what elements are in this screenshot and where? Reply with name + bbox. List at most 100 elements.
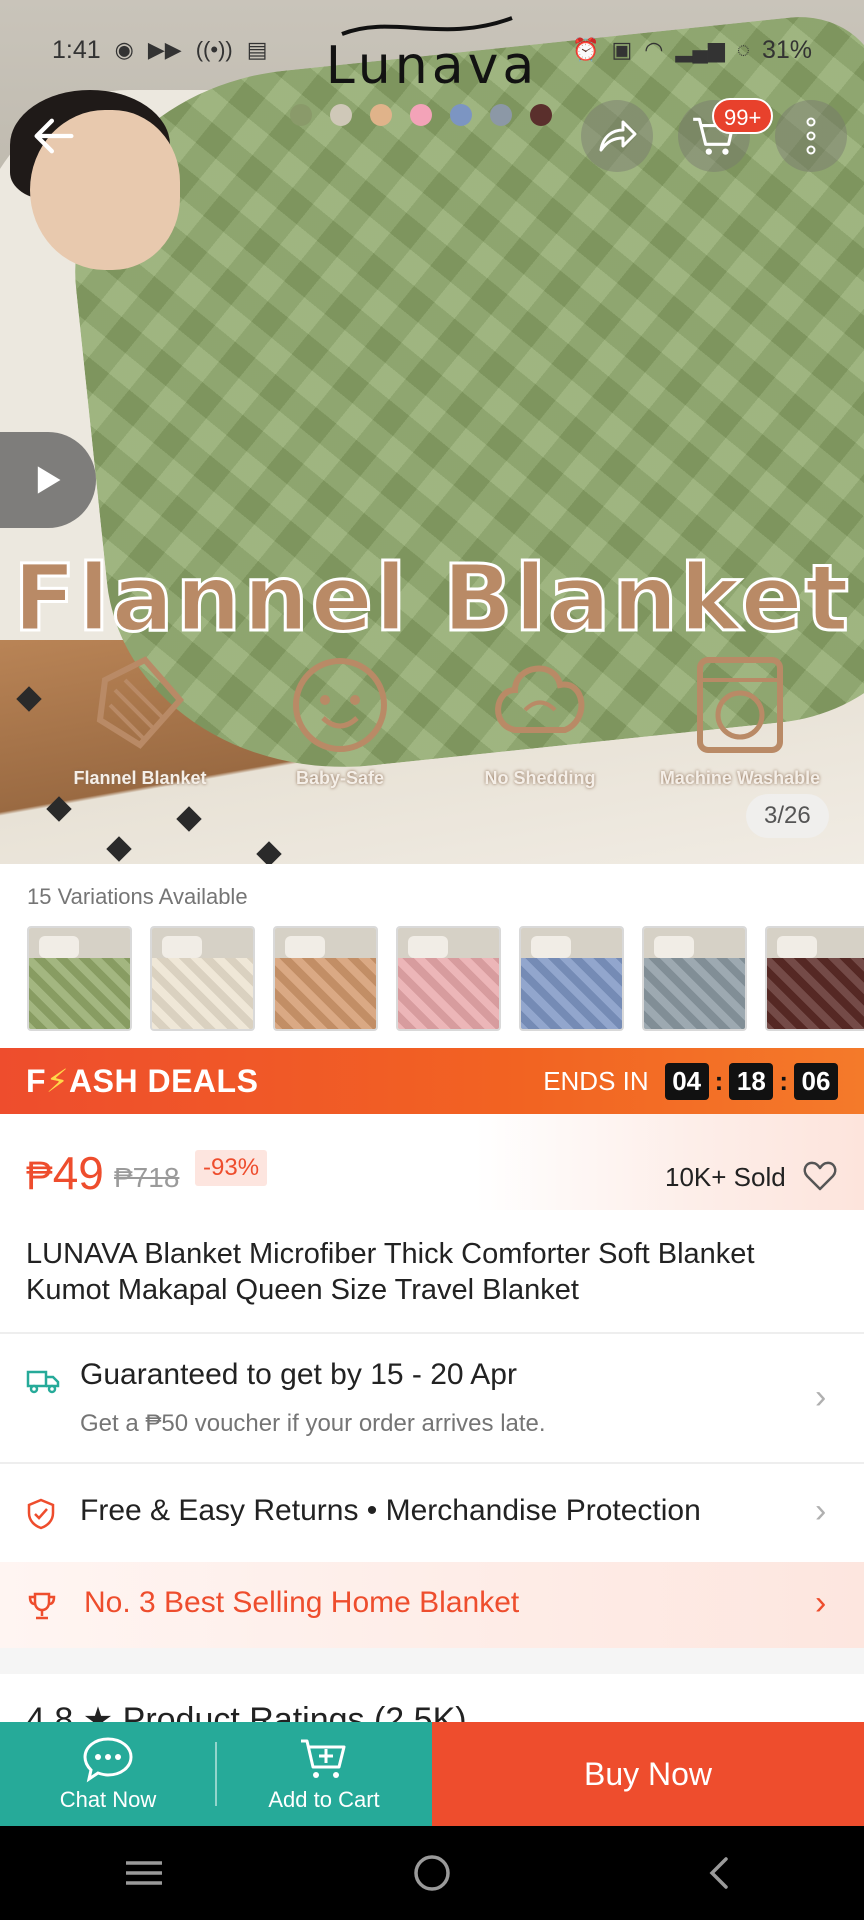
brand-logo: Lunava [0,14,864,92]
carousel-dot [490,104,512,126]
carousel-dot [530,104,552,126]
cart-count-badge: 99+ [712,98,774,134]
play-icon [37,466,61,494]
thumbnail-blanket [644,958,745,1029]
flash-title-suffix: ASH DEALS [69,1063,259,1099]
image-counter: 3/26 [746,794,829,838]
feature-label: Machine Washable [659,768,821,788]
chat-now-button[interactable]: Chat Now [0,1722,216,1826]
share-button[interactable] [581,100,653,172]
thumbnail-pillow [285,936,325,958]
heart-icon[interactable] [802,1158,838,1194]
trophy-icon [28,1592,56,1620]
carousel-dot [410,104,432,126]
countdown-seconds: 06 [794,1062,838,1100]
chat-now-label: Chat Now [59,1787,157,1812]
secondary-actions: Chat Now Add to Cart [0,1722,432,1826]
feature-label: Baby-Safe [295,768,385,788]
thumbnail-pillow [408,936,448,958]
feature-label: Flannel Blanket [73,768,207,788]
variations-title: 15 Variations Available [27,884,248,909]
thumbnail-blanket [398,958,499,1029]
add-cart-icon [301,1739,346,1778]
carousel-dot [330,104,352,126]
variation-thumbnail[interactable] [150,926,255,1031]
recent-apps-icon[interactable] [122,1851,166,1895]
lightning-icon: ⚡ [46,1063,70,1099]
carousel-indicators [290,104,552,126]
currency-symbol: ₱ [26,1154,53,1198]
variation-thumbnail[interactable] [27,926,132,1031]
thumbnail-blanket [521,958,622,1029]
truck-icon [26,1370,60,1394]
feature-machine-washable: Machine Washable [650,650,830,789]
feature-label: No Shedding [484,768,596,788]
fabric-icon [96,656,184,749]
more-options-button[interactable] [775,100,847,172]
brand-logo-text: Lunava [325,36,539,96]
price-value: 49 [52,1147,104,1199]
baby-face-icon [293,658,387,752]
flash-title-prefix: F [26,1063,47,1099]
original-price: ₱718 [114,1162,180,1193]
add-to-cart-label: Add to Cart [268,1787,380,1812]
chevron-right-icon: › [815,1584,827,1622]
system-navigation-bar [0,1826,864,1920]
washing-machine-icon [697,657,783,753]
feature-no-shedding: No Shedding [450,650,630,789]
shield-check-icon [27,1498,55,1530]
play-video-button[interactable] [0,432,96,528]
add-to-cart-button[interactable]: Add to Cart [216,1722,432,1826]
flash-deals-banner[interactable]: F⚡ASH DEALS ENDS IN 04 : 18 : 06 [0,1048,864,1114]
delivery-guarantee-text: Guaranteed to get by 15 - 20 Apr [80,1358,517,1391]
carousel-dot [290,104,312,126]
sale-price: ₱49 [26,1146,104,1200]
variation-thumbnails [27,926,864,1031]
variation-thumbnail[interactable] [396,926,501,1031]
flash-deals-title: F⚡ASH DEALS [26,1062,258,1100]
more-vertical-icon [806,117,816,155]
countdown-minutes: 18 [729,1062,774,1100]
share-icon [599,120,637,152]
variation-thumbnail[interactable] [642,926,747,1031]
back-button[interactable] [18,100,90,172]
returns-protection-row[interactable]: Free & Easy Returns • Merchandise Protec… [0,1464,864,1562]
thumbnail-pillow [162,936,202,958]
feature-flannel: Flannel Blanket [50,650,230,789]
delivery-guarantee-row[interactable]: Guaranteed to get by 15 - 20 Apr Get a ₱… [0,1334,864,1462]
returns-protection-text: Free & Easy Returns • Merchandise Protec… [80,1494,701,1527]
carousel-dot [450,104,472,126]
sold-count: 10K+ Sold [665,1162,786,1192]
cotton-icon [495,665,585,733]
thumbnail-blanket [767,958,864,1029]
back-arrow-icon [34,118,74,154]
bottom-action-bar: Chat Now Add to Cart Buy Now [0,1722,864,1826]
thumbnail-pillow [531,936,571,958]
variation-thumbnail[interactable] [765,926,864,1031]
carousel-dot [370,104,392,126]
buy-now-button[interactable]: Buy Now [432,1722,864,1826]
action-separator [215,1742,217,1806]
flash-countdown: ENDS IN 04 : 18 : 06 [543,1062,838,1100]
variations-section: 15 Variations Available [0,864,864,1048]
chevron-right-icon: › [815,1378,827,1416]
thumbnail-blanket [275,958,376,1029]
ends-in-label: ENDS IN [543,1065,649,1096]
thumbnail-blanket [29,958,130,1029]
best-selling-banner[interactable]: No. 3 Best Selling Home Blanket › [0,1562,864,1648]
feature-baby-safe: Baby-Safe [250,650,430,789]
chat-bubble-icon [83,1737,133,1783]
thumbnail-pillow [39,936,79,958]
home-icon[interactable] [410,1851,454,1895]
back-nav-icon[interactable] [698,1851,742,1895]
countdown-separator: : [779,1065,788,1096]
delivery-voucher-note: Get a ₱50 voucher if your order arrives … [80,1410,546,1437]
thumbnail-pillow [777,936,817,958]
price-section: ₱49 ₱718 -93% 10K+ Sold [0,1114,864,1210]
discount-badge: -93% [195,1150,268,1186]
best-selling-text: No. 3 Best Selling Home Blanket [84,1586,520,1619]
feature-badges: Flannel Blanket Baby-Safe No Shedding Ma… [50,650,830,789]
hero-title: Flannel Blanket [12,544,851,654]
variation-thumbnail[interactable] [273,926,378,1031]
variation-thumbnail[interactable] [519,926,624,1031]
